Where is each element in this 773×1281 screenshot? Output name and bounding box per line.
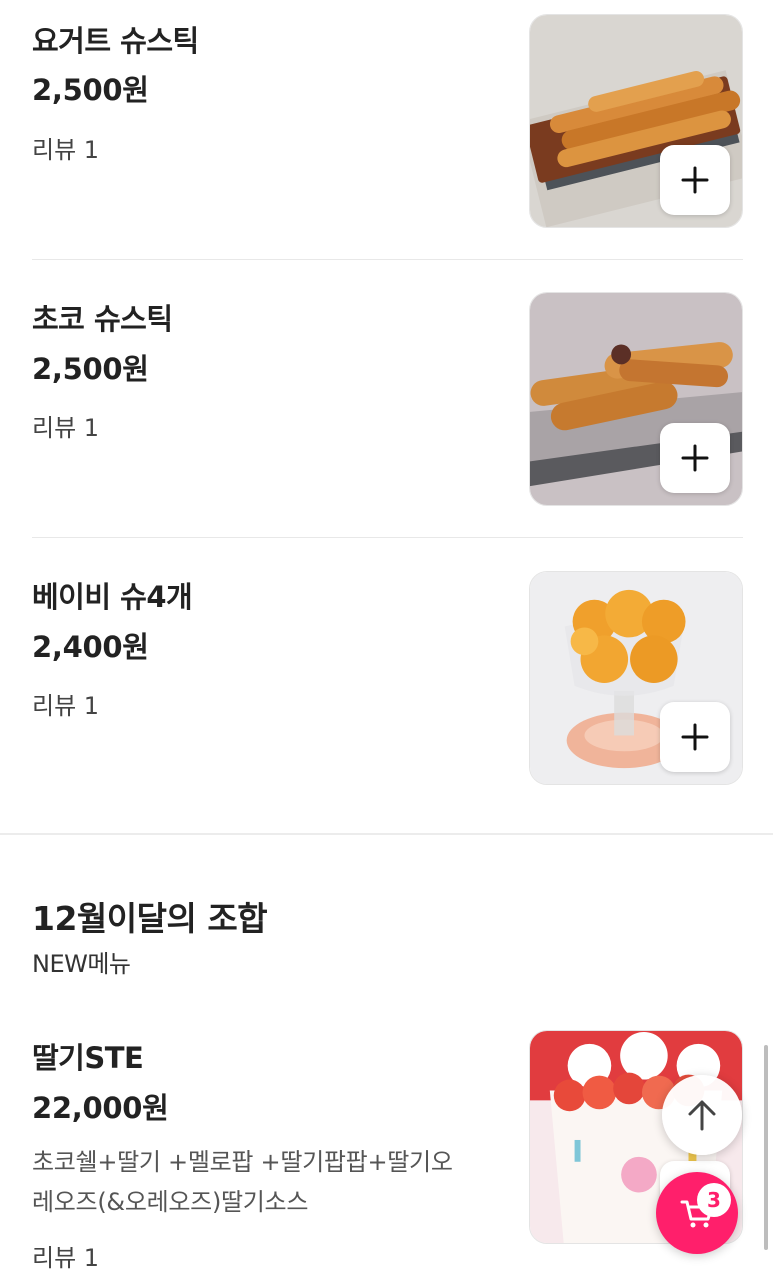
plus-icon xyxy=(681,723,709,751)
scrollbar[interactable] xyxy=(764,1045,768,1250)
section-subtitle: NEW메뉴 xyxy=(32,950,131,978)
menu-item-price: 2,500원 xyxy=(32,352,149,386)
menu-item-description: 초코쉘+딸기 +멜로팝 +딸기팝팝+딸기오 레오즈(&오레오즈)딸기소스 xyxy=(32,1142,502,1222)
menu-item-review: 리뷰 1 xyxy=(32,1244,100,1272)
menu-item-name: 초코 슈스틱 xyxy=(32,302,173,336)
menu-item-name: 요거트 슈스틱 xyxy=(32,24,199,58)
section-divider xyxy=(0,833,773,835)
menu-item-photo[interactable] xyxy=(529,571,743,785)
menu-item-price: 2,400원 xyxy=(32,630,149,664)
menu-item-name: 딸기STE xyxy=(32,1041,144,1075)
divider xyxy=(32,537,743,538)
cart-button[interactable] xyxy=(656,1172,738,1254)
scroll-to-top-button[interactable] xyxy=(662,1075,742,1155)
menu-item-review: 리뷰 1 xyxy=(32,414,100,442)
menu-item-review: 리뷰 1 xyxy=(32,136,100,164)
plus-icon xyxy=(681,166,709,194)
menu-item-photo[interactable] xyxy=(529,292,743,506)
menu-item-price: 22,000원 xyxy=(32,1091,169,1125)
add-to-cart-button[interactable] xyxy=(660,423,730,493)
menu-item-name: 베이비 슈4개 xyxy=(32,580,193,614)
description-line: 레오즈(&오레오즈)딸기소스 xyxy=(32,1188,309,1216)
menu-item-review: 리뷰 1 xyxy=(32,692,100,720)
add-to-cart-button[interactable] xyxy=(660,145,730,215)
arrow-up-icon xyxy=(688,1100,716,1131)
section-title: 12월이달의 조합 xyxy=(32,899,268,938)
cart-count-badge: 3 xyxy=(697,1183,731,1217)
divider xyxy=(32,259,743,260)
add-to-cart-button[interactable] xyxy=(660,702,730,772)
description-line: 초코쉘+딸기 +멜로팝 +딸기팝팝+딸기오 xyxy=(32,1148,453,1176)
plus-icon xyxy=(681,444,709,472)
menu-item-price: 2,500원 xyxy=(32,73,149,107)
menu-item-photo[interactable] xyxy=(529,14,743,228)
